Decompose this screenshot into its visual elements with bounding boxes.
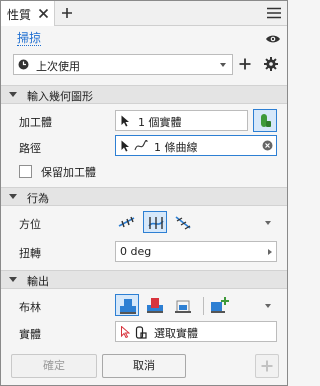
fixed-orient-icon bbox=[148, 217, 164, 229]
new-body-icon bbox=[211, 297, 229, 313]
chevron-down-icon[interactable] bbox=[265, 304, 271, 308]
solid-selector[interactable]: 選取實體 bbox=[115, 321, 277, 342]
preset-link[interactable]: 掃掠 bbox=[17, 32, 42, 46]
collapse-caret-icon bbox=[9, 277, 17, 282]
section-title: 輸入幾何圖形 bbox=[27, 90, 93, 103]
collapse-caret-icon bbox=[9, 194, 17, 199]
orient-parallel-button[interactable] bbox=[171, 211, 195, 233]
preset-dropdown[interactable]: 上次使用 bbox=[13, 54, 233, 75]
menu-icon[interactable] bbox=[267, 7, 281, 19]
join-icon bbox=[120, 299, 136, 314]
section-behavior[interactable]: 行為 bbox=[1, 187, 287, 206]
twist-label: 扭轉 bbox=[19, 247, 41, 260]
path-label: 路徑 bbox=[19, 142, 41, 155]
cursor-icon bbox=[121, 326, 130, 338]
parallel-orient-icon bbox=[175, 216, 191, 230]
add-tab-icon[interactable] bbox=[61, 7, 73, 19]
toolbar-divider bbox=[203, 297, 204, 315]
clear-icon[interactable] bbox=[262, 140, 273, 151]
keep-tool-label: 保留加工體 bbox=[41, 166, 96, 179]
boolean-cut-button[interactable] bbox=[143, 294, 167, 316]
solid-value: 選取實體 bbox=[154, 327, 198, 340]
orient-path-button[interactable] bbox=[115, 211, 139, 233]
twist-value: 0 deg bbox=[120, 245, 152, 258]
apply-button[interactable] bbox=[255, 354, 279, 378]
tab-title: 性質 bbox=[7, 8, 32, 22]
clock-icon bbox=[18, 59, 29, 70]
body-select-button[interactable] bbox=[253, 109, 277, 132]
tab-properties[interactable]: 性質 bbox=[1, 1, 55, 26]
chevron-down-icon[interactable] bbox=[265, 221, 271, 225]
section-title: 輸出 bbox=[27, 275, 49, 288]
path-value: 1 條曲線 bbox=[154, 141, 198, 154]
path-orient-icon bbox=[118, 216, 135, 228]
orientation-label: 方位 bbox=[19, 218, 41, 231]
body-icon bbox=[261, 114, 271, 127]
close-icon[interactable] bbox=[38, 8, 49, 19]
boolean-intersect-button[interactable] bbox=[171, 294, 195, 316]
boolean-new-body-button[interactable] bbox=[207, 294, 231, 316]
profile-selector[interactable]: 1 個實體 bbox=[115, 110, 248, 131]
body-icon bbox=[135, 326, 147, 339]
cancel-button[interactable]: 取消 bbox=[102, 354, 186, 378]
panel-titlebar: 性質 bbox=[1, 1, 287, 26]
profile-value: 1 個實體 bbox=[138, 116, 182, 129]
section-input-geometry[interactable]: 輸入幾何圖形 bbox=[1, 85, 287, 104]
profile-label: 加工體 bbox=[19, 116, 52, 129]
plus-icon bbox=[261, 360, 273, 372]
collapse-caret-icon bbox=[9, 92, 17, 97]
boolean-label: 布林 bbox=[19, 301, 41, 314]
cursor-icon bbox=[121, 115, 129, 127]
boolean-join-button[interactable] bbox=[115, 294, 139, 316]
properties-panel: 性質 掃掠 上次使用 輸入幾何圖形 加工體 1 個實體 路徑 1 條曲線 保留加… bbox=[0, 0, 288, 386]
intersect-icon bbox=[175, 300, 191, 313]
gear-icon[interactable] bbox=[264, 57, 278, 71]
section-output[interactable]: 輸出 bbox=[1, 270, 287, 289]
solid-label: 實體 bbox=[19, 328, 41, 341]
keep-tool-checkbox[interactable] bbox=[19, 165, 32, 178]
ok-button[interactable]: 確定 bbox=[11, 354, 97, 378]
orient-fixed-button[interactable] bbox=[143, 211, 167, 233]
twist-input[interactable]: 0 deg bbox=[115, 241, 277, 262]
eye-icon[interactable] bbox=[265, 34, 281, 44]
cursor-icon bbox=[121, 140, 129, 152]
cut-icon bbox=[147, 298, 163, 313]
chevron-down-icon bbox=[220, 63, 226, 67]
path-selector[interactable]: 1 條曲線 bbox=[115, 135, 277, 156]
preset-value: 上次使用 bbox=[36, 60, 80, 73]
section-title: 行為 bbox=[27, 192, 49, 205]
plus-icon[interactable] bbox=[239, 58, 251, 70]
curve-icon bbox=[134, 140, 148, 151]
chevron-right-icon[interactable] bbox=[268, 249, 272, 255]
